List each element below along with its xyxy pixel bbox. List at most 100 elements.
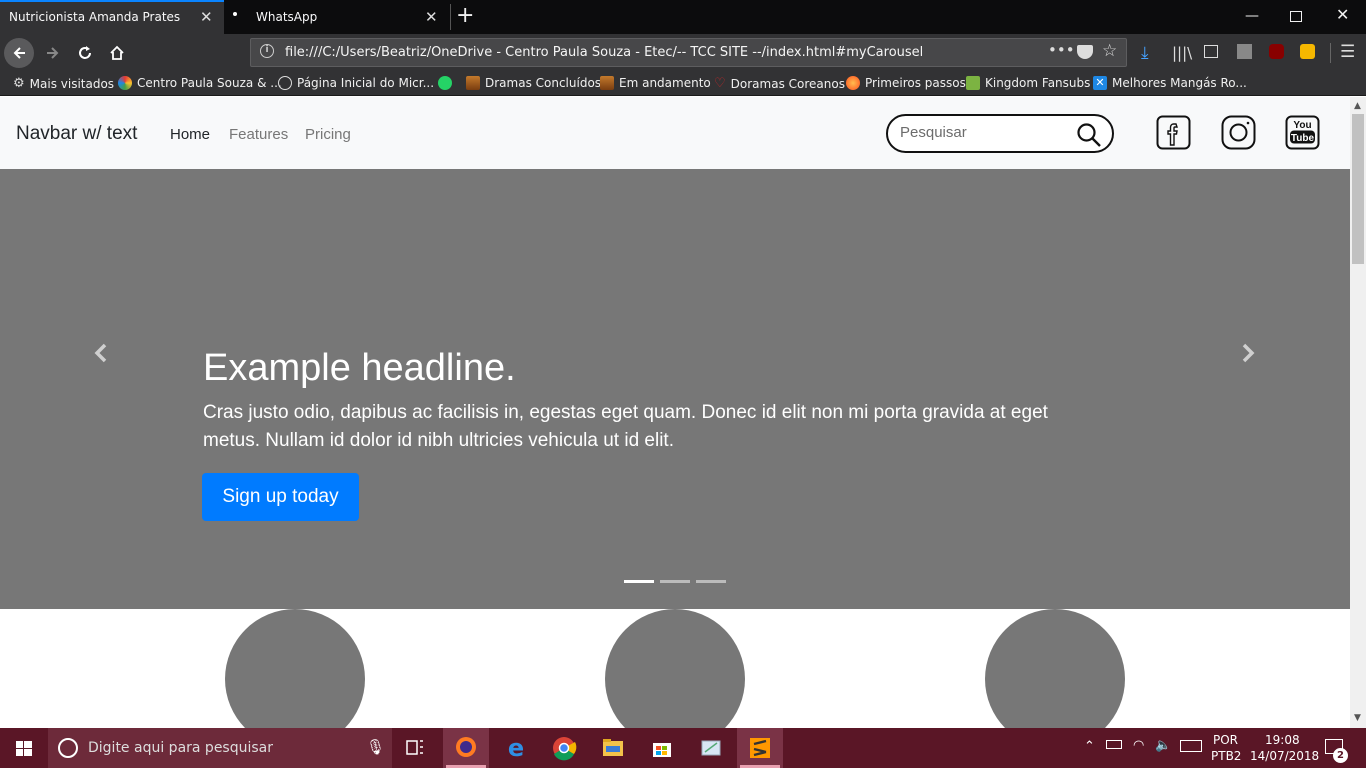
wifi-icon[interactable]: ◠ <box>1133 738 1144 753</box>
search-icon[interactable] <box>1076 122 1102 148</box>
nav-link-pricing[interactable]: Pricing <box>305 126 351 143</box>
pocket-icon[interactable] <box>1077 45 1093 59</box>
ublock-icon[interactable] <box>1269 44 1284 59</box>
download-icon[interactable]: ⤓ <box>1141 43 1149 63</box>
tab-attention-dot <box>233 12 237 16</box>
task-view-icon[interactable] <box>392 728 438 768</box>
taskbar-search-box[interactable]: Digite aqui para pesquisar 🎙 <box>48 728 392 768</box>
bookmark-label: Kingdom Fansubs <box>985 76 1091 90</box>
firefox-icon <box>846 76 860 90</box>
bookmark-dramas-concluidos[interactable]: Dramas Concluídos <box>466 76 601 90</box>
bookmark-label: Em andamento <box>619 76 711 90</box>
file-explorer-icon[interactable] <box>590 728 636 768</box>
close-icon[interactable]: ✕ <box>200 8 213 26</box>
url-text[interactable]: file:///C:/Users/Beatriz/OneDrive - Cent… <box>285 45 923 60</box>
bookmark-primeiros-passos[interactable]: Primeiros passos <box>846 76 966 90</box>
chevron-up-icon[interactable]: ⌃ <box>1084 739 1095 754</box>
clock-date[interactable]: 14/07/2018 <box>1250 749 1319 763</box>
store-icon[interactable] <box>639 728 685 768</box>
bookmark-whatsapp[interactable] <box>438 76 457 90</box>
edge-icon[interactable]: e <box>493 728 539 768</box>
info-icon[interactable]: i <box>260 44 274 58</box>
x-icon: ✕ <box>1093 76 1107 90</box>
bookmark-melhores-mangas[interactable]: ✕ Melhores Mangás Ro... <box>1093 76 1247 90</box>
whatsapp-icon <box>438 76 452 90</box>
instagram-icon[interactable] <box>1221 115 1256 150</box>
gear-icon: ⚙ <box>13 76 25 91</box>
site-navbar: Navbar w/ text Home Features Pricing You… <box>0 97 1350 169</box>
page-scrollbar[interactable]: ▲ ▼ <box>1350 97 1366 728</box>
nav-link-home[interactable]: Home <box>170 126 210 143</box>
search-box <box>886 114 1114 153</box>
back-button[interactable] <box>4 38 34 68</box>
tab-title: Nutricionista Amanda Prates <box>9 10 181 24</box>
tab-whatsapp[interactable]: WhatsApp ✕ <box>225 0 450 34</box>
sublime-text-icon[interactable] <box>737 728 783 768</box>
taskbar-search-placeholder: Digite aqui para pesquisar <box>88 740 274 756</box>
search-input[interactable] <box>900 124 1060 141</box>
carousel-indicator[interactable] <box>696 580 726 583</box>
extension-icon[interactable] <box>1237 44 1252 59</box>
snipping-tool-icon[interactable] <box>688 728 734 768</box>
microphone-icon[interactable]: 🎙 <box>366 738 385 756</box>
tab-title: WhatsApp <box>256 10 318 24</box>
chrome-icon[interactable] <box>541 728 587 768</box>
bookmark-kingdom-fansubs[interactable]: Kingdom Fansubs <box>966 76 1090 90</box>
chat-icon <box>966 76 980 90</box>
navbar-brand[interactable]: Navbar w/ text <box>16 123 137 145</box>
bookmarks-toolbar: ⚙ Mais visitados Centro Paula Souza & ...… <box>0 72 1366 96</box>
sidebar-icon[interactable] <box>1204 45 1218 58</box>
bookmark-label: Mais visitados <box>29 76 115 91</box>
volume-icon[interactable]: 🔈 <box>1155 738 1171 753</box>
minimize-button[interactable]: — <box>1245 8 1259 24</box>
restore-button[interactable] <box>1290 11 1302 22</box>
forward-button[interactable] <box>38 38 68 68</box>
bookmark-label: Centro Paula Souza & ... <box>137 76 282 90</box>
menu-icon[interactable]: ☰ <box>1340 42 1355 62</box>
bookmark-em-andamento[interactable]: Em andamento <box>600 76 711 90</box>
scroll-up-icon[interactable]: ▲ <box>1354 101 1361 111</box>
keyboard-icon[interactable] <box>1180 740 1202 752</box>
carousel-next-control[interactable] <box>1233 341 1263 365</box>
bulb-extension-icon[interactable] <box>1300 44 1315 59</box>
windows-start-icon[interactable] <box>0 728 48 768</box>
clock-time[interactable]: 19:08 <box>1265 733 1300 747</box>
library-icon[interactable]: |||\ <box>1172 44 1192 62</box>
bookmark-mais-visitados[interactable]: ⚙ Mais visitados <box>13 76 114 91</box>
sign-up-button[interactable]: Sign up today <box>202 473 359 521</box>
folder-icon <box>466 76 480 90</box>
carousel-headline: Example headline. <box>203 347 516 389</box>
carousel-lead-text: Cras justo odio, dapibus ac facilisis in… <box>203 402 1048 451</box>
youtube-icon[interactable]: You Tube <box>1285 115 1320 150</box>
scrollbar-thumb[interactable] <box>1352 114 1364 264</box>
globe-icon <box>278 76 292 90</box>
url-bar[interactable]: i file:///C:/Users/Beatriz/OneDrive - Ce… <box>250 38 1127 67</box>
windows-taskbar: Digite aqui para pesquisar 🎙 e ⌃ ◠ 🔈 POR… <box>0 728 1366 768</box>
bookmark-doramas-coreanos[interactable]: ♡ Doramas Coreanos <box>714 76 845 91</box>
language-indicator[interactable]: POR <box>1213 733 1238 747</box>
tab-separator <box>450 4 451 30</box>
bookmark-pagina-inicial[interactable]: Página Inicial do Micr... <box>278 76 434 90</box>
scroll-down-icon[interactable]: ▼ <box>1354 713 1361 723</box>
keyboard-layout-indicator[interactable]: PTB2 <box>1211 749 1241 763</box>
battery-icon[interactable] <box>1106 740 1122 749</box>
arrow-left-icon <box>13 47 25 59</box>
carousel-prev-control[interactable] <box>86 341 116 365</box>
feature-image-1 <box>225 609 365 728</box>
new-tab-button[interactable]: + <box>456 4 474 28</box>
carousel-indicator[interactable] <box>660 580 690 583</box>
reload-button[interactable] <box>70 38 100 68</box>
arrow-right-icon <box>47 47 59 59</box>
bookmark-label: Melhores Mangás Ro... <box>1112 76 1247 90</box>
close-window-button[interactable]: ✕ <box>1336 7 1349 23</box>
nav-link-features[interactable]: Features <box>229 126 288 143</box>
facebook-icon[interactable] <box>1156 115 1191 150</box>
bookmark-star-icon[interactable]: ☆ <box>1102 41 1117 61</box>
page-actions-icon[interactable]: ••• <box>1048 41 1075 59</box>
tab-nutricionista[interactable]: Nutricionista Amanda Prates ✕ <box>0 0 224 34</box>
home-button[interactable] <box>102 38 132 68</box>
carousel-indicator[interactable] <box>624 580 654 583</box>
firefox-taskbar-icon[interactable] <box>443 728 489 768</box>
bookmark-centro-paula-souza[interactable]: Centro Paula Souza & ... <box>118 76 282 90</box>
close-icon[interactable]: ✕ <box>425 8 438 26</box>
